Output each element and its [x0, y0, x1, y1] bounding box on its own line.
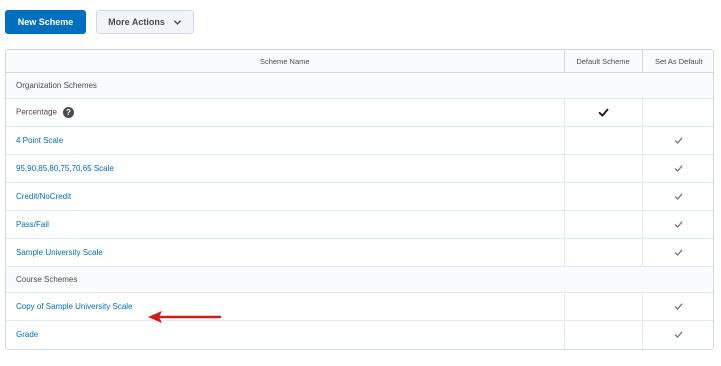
checkmark-icon — [674, 193, 683, 200]
set-as-default-button[interactable] — [674, 302, 683, 311]
section-header-row: Course Schemes — [6, 266, 713, 293]
toolbar: New Scheme More Actions — [5, 10, 194, 34]
scheme-name-link[interactable]: Sample University Scale — [16, 248, 103, 257]
checkmark-icon — [674, 249, 683, 256]
checkmark-icon — [674, 137, 683, 144]
table-row: Grade — [6, 320, 713, 349]
table-row: 4 Point Scale — [6, 126, 713, 155]
set-as-default-cell — [641, 320, 713, 349]
set-as-default-button[interactable] — [674, 192, 683, 201]
annotation-arrow — [148, 311, 222, 323]
scheme-name-cell: Sample University Scale — [6, 238, 564, 267]
set-as-default-cell — [641, 210, 713, 239]
table-row: Sample University Scale — [6, 238, 713, 267]
default-scheme-cell — [563, 320, 642, 349]
more-actions-button[interactable]: More Actions — [96, 10, 194, 34]
default-scheme-cell — [563, 98, 642, 127]
more-actions-label: More Actions — [108, 17, 165, 27]
default-scheme-cell — [563, 182, 642, 211]
scheme-name: Percentage — [16, 107, 57, 117]
scheme-name-cell: Grade — [6, 320, 564, 349]
default-scheme-cell — [563, 238, 642, 267]
section-title: Course Schemes — [6, 266, 713, 293]
column-header-set-as-default: Set As Default — [641, 50, 713, 73]
table-row: Credit/NoCredit — [6, 182, 713, 211]
section-title: Organization Schemes — [6, 72, 713, 99]
set-as-default-cell — [641, 126, 713, 155]
column-header-scheme-name: Scheme Name — [6, 50, 564, 73]
set-as-default-button[interactable] — [674, 248, 683, 257]
scheme-name-link[interactable]: Credit/NoCredit — [16, 192, 71, 201]
new-scheme-button[interactable]: New Scheme — [5, 10, 86, 34]
default-scheme-cell — [563, 154, 642, 183]
section-header-row: Organization Schemes — [6, 72, 713, 99]
set-as-default-button[interactable] — [674, 136, 683, 145]
table-row: Copy of Sample University Scale — [6, 292, 713, 321]
scheme-name-cell: Percentage? — [6, 98, 564, 127]
scheme-name-cell: Pass/Fail — [6, 210, 564, 239]
checkmark-icon — [674, 221, 683, 228]
scheme-name-cell: 95,90,85,80,75,70,65 Scale — [6, 154, 564, 183]
help-icon[interactable]: ? — [62, 107, 74, 118]
scheme-name-link[interactable]: Grade — [16, 330, 38, 339]
default-scheme-cell — [563, 126, 642, 155]
table-row: Pass/Fail — [6, 210, 713, 239]
scheme-name-link[interactable]: Copy of Sample University Scale — [16, 302, 133, 311]
default-check-icon — [598, 108, 608, 117]
grade-schemes-table: Scheme Name Default Scheme Set As Defaul… — [5, 49, 714, 350]
chevron-down-icon — [173, 19, 181, 25]
set-as-default-cell — [641, 154, 713, 183]
set-as-default-cell — [641, 292, 713, 321]
scheme-name-cell: Credit/NoCredit — [6, 182, 564, 211]
set-as-default-cell — [641, 182, 713, 211]
set-as-default-button[interactable] — [674, 220, 683, 229]
checkmark-icon — [674, 303, 683, 310]
default-scheme-cell — [563, 210, 642, 239]
table-header-row: Scheme Name Default Scheme Set As Defaul… — [6, 50, 713, 73]
scheme-name-link[interactable]: 4 Point Scale — [16, 136, 63, 145]
column-header-default-scheme: Default Scheme — [563, 50, 642, 73]
set-as-default-cell — [641, 98, 713, 127]
checkmark-icon — [674, 165, 683, 172]
scheme-name-link[interactable]: Pass/Fail — [16, 220, 49, 229]
default-scheme-cell — [563, 292, 642, 321]
scheme-name-cell: 4 Point Scale — [6, 126, 564, 155]
set-as-default-cell — [641, 238, 713, 267]
table-row: 95,90,85,80,75,70,65 Scale — [6, 154, 713, 183]
set-as-default-button[interactable] — [674, 164, 683, 173]
checkmark-icon — [674, 331, 683, 339]
scheme-name-link[interactable]: 95,90,85,80,75,70,65 Scale — [16, 164, 114, 173]
scheme-name-cell: Copy of Sample University Scale — [6, 292, 564, 321]
table-row: Percentage? — [6, 98, 713, 127]
set-as-default-button[interactable] — [674, 330, 683, 339]
